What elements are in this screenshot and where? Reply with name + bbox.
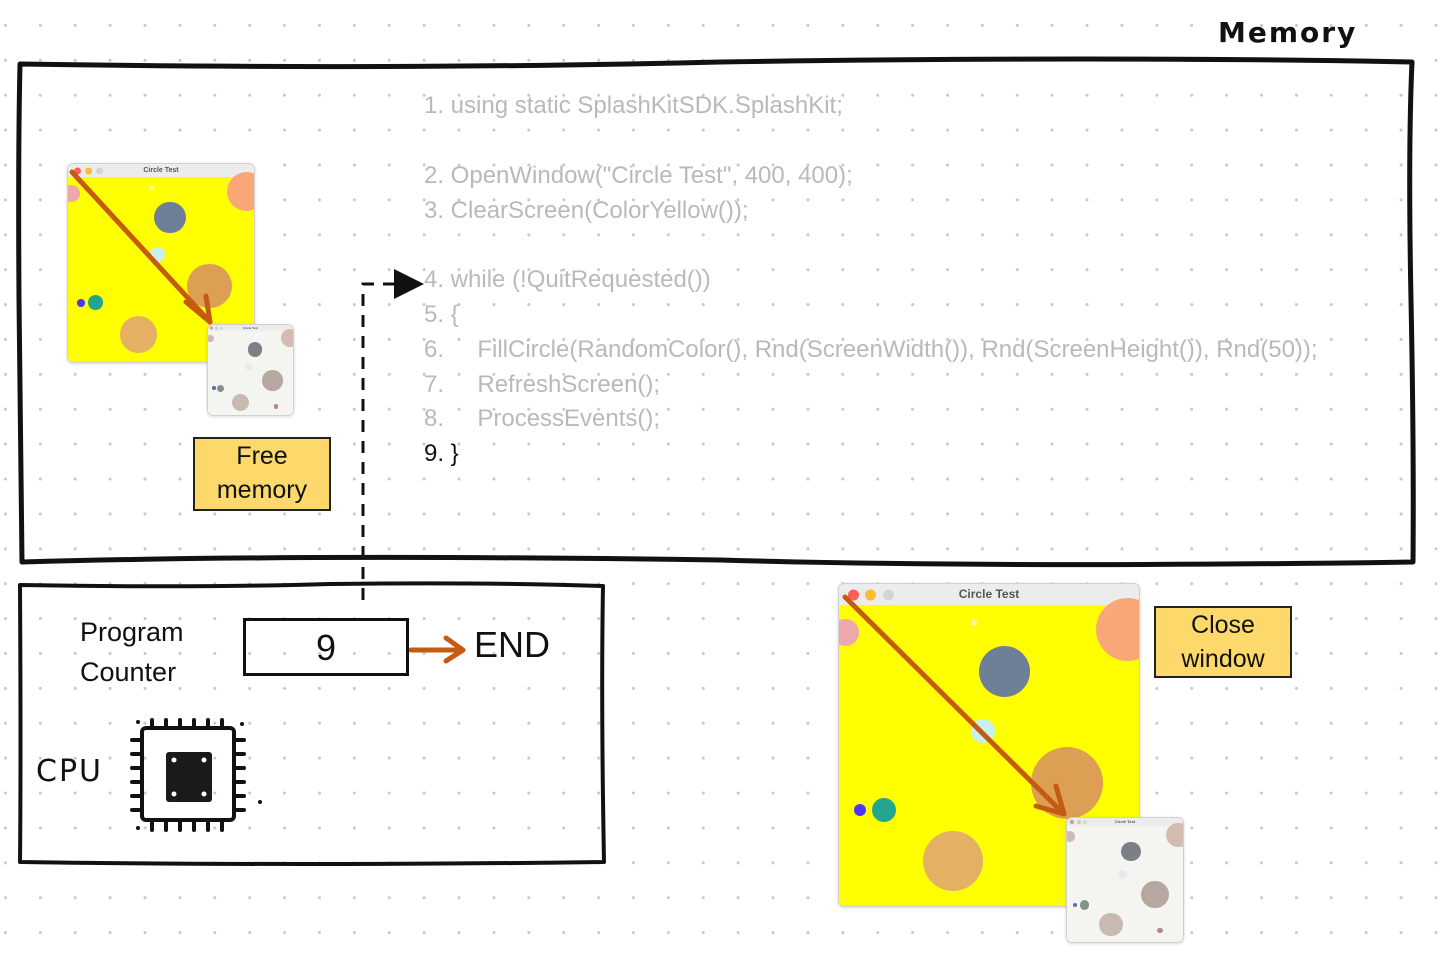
circle-shape <box>149 247 165 263</box>
window-canvas <box>1067 823 1183 942</box>
circle-shape <box>217 384 225 392</box>
code-line-1: 1. using static SplashKitSDK.SplashKit; <box>424 92 843 119</box>
close-window-note: Close window <box>1154 606 1292 678</box>
cpu-label: CPU <box>36 754 103 789</box>
circle-shape <box>872 797 896 822</box>
cpu-chip-icon <box>130 718 262 832</box>
program-counter-label: Program Counter <box>80 612 184 692</box>
circle-shape <box>227 172 254 212</box>
circle-shape <box>1079 900 1090 910</box>
circle-shape <box>68 185 81 202</box>
circle-shape <box>839 618 859 646</box>
window-title: Circle Test <box>143 167 179 174</box>
circle-shape <box>1031 746 1103 819</box>
loop-back-arrow <box>361 269 424 600</box>
circle-shape <box>231 393 249 411</box>
circle-shape <box>212 386 216 390</box>
circle-shape <box>1166 823 1183 848</box>
circle-shape <box>1120 841 1141 862</box>
circle-shape <box>1072 902 1078 908</box>
free-memory-line1: Free <box>236 442 288 470</box>
code-line-5: 5. { <box>424 301 459 328</box>
code-line-8: 8. ProcessEvents(); <box>424 405 661 432</box>
memory-title: Memory <box>1218 16 1358 49</box>
circle-shape <box>1095 597 1139 661</box>
free-memory-note: Free memory <box>193 437 331 511</box>
circle-shape <box>149 186 154 190</box>
code-line-3: 3. ClearScreen(ColorYellow()); <box>424 197 749 224</box>
circle-shape <box>923 830 983 891</box>
circle-shape <box>245 362 253 370</box>
circle-shape <box>1141 880 1170 909</box>
code-line-6: 6. FillCircle(RandomColor(), Rnd(ScreenW… <box>424 336 1318 363</box>
window-title: Circle Test <box>958 587 1020 601</box>
circle-shape <box>273 404 279 409</box>
program-counter-label-line1: Program <box>80 617 184 647</box>
circle-shape <box>187 263 232 309</box>
window-titlebar: Circle Test <box>68 164 254 178</box>
close-window-line1: Close <box>1191 611 1255 639</box>
window-canvas <box>208 328 293 415</box>
code-line-9-current: 9. } <box>424 440 459 467</box>
end-label: END <box>474 624 551 665</box>
window-title: Circle Test <box>1114 819 1136 824</box>
circle-shape <box>245 335 248 337</box>
circle-shape <box>854 803 866 816</box>
code-line-2: 2. OpenWindow("Circle Test", 400, 400); <box>424 162 853 189</box>
circle-shape <box>77 299 85 307</box>
circle-shape <box>1156 927 1163 934</box>
program-counter-label-line2: Counter <box>80 657 177 687</box>
circle-shape <box>978 645 1030 697</box>
code-line-7: 7. RefreshScreen(); <box>424 371 661 398</box>
circle-shape <box>280 328 293 347</box>
circle-shape <box>208 334 214 343</box>
free-memory-line2: memory <box>216 476 308 504</box>
circle-shape <box>1067 831 1075 842</box>
window-titlebar: Circle Test <box>839 584 1139 606</box>
circle-shape <box>154 201 187 234</box>
circle-shape <box>88 295 104 311</box>
circle-shape <box>262 370 283 391</box>
circle-shape <box>971 719 995 744</box>
circle-shape <box>1118 870 1128 880</box>
circle-shape <box>971 620 977 627</box>
program-counter-value: 9 <box>243 618 409 676</box>
circle-shape <box>1118 831 1121 835</box>
faded-circle-test-window: Circle Test <box>1066 817 1184 943</box>
circle-shape <box>247 342 262 357</box>
close-window-line2: window <box>1181 645 1265 673</box>
circle-shape <box>1099 913 1123 937</box>
faded-window-thumbnail: Circle Test <box>207 324 294 416</box>
code-line-4: 4. while (!QuitRequested()) <box>424 266 711 293</box>
circle-shape <box>120 315 158 353</box>
